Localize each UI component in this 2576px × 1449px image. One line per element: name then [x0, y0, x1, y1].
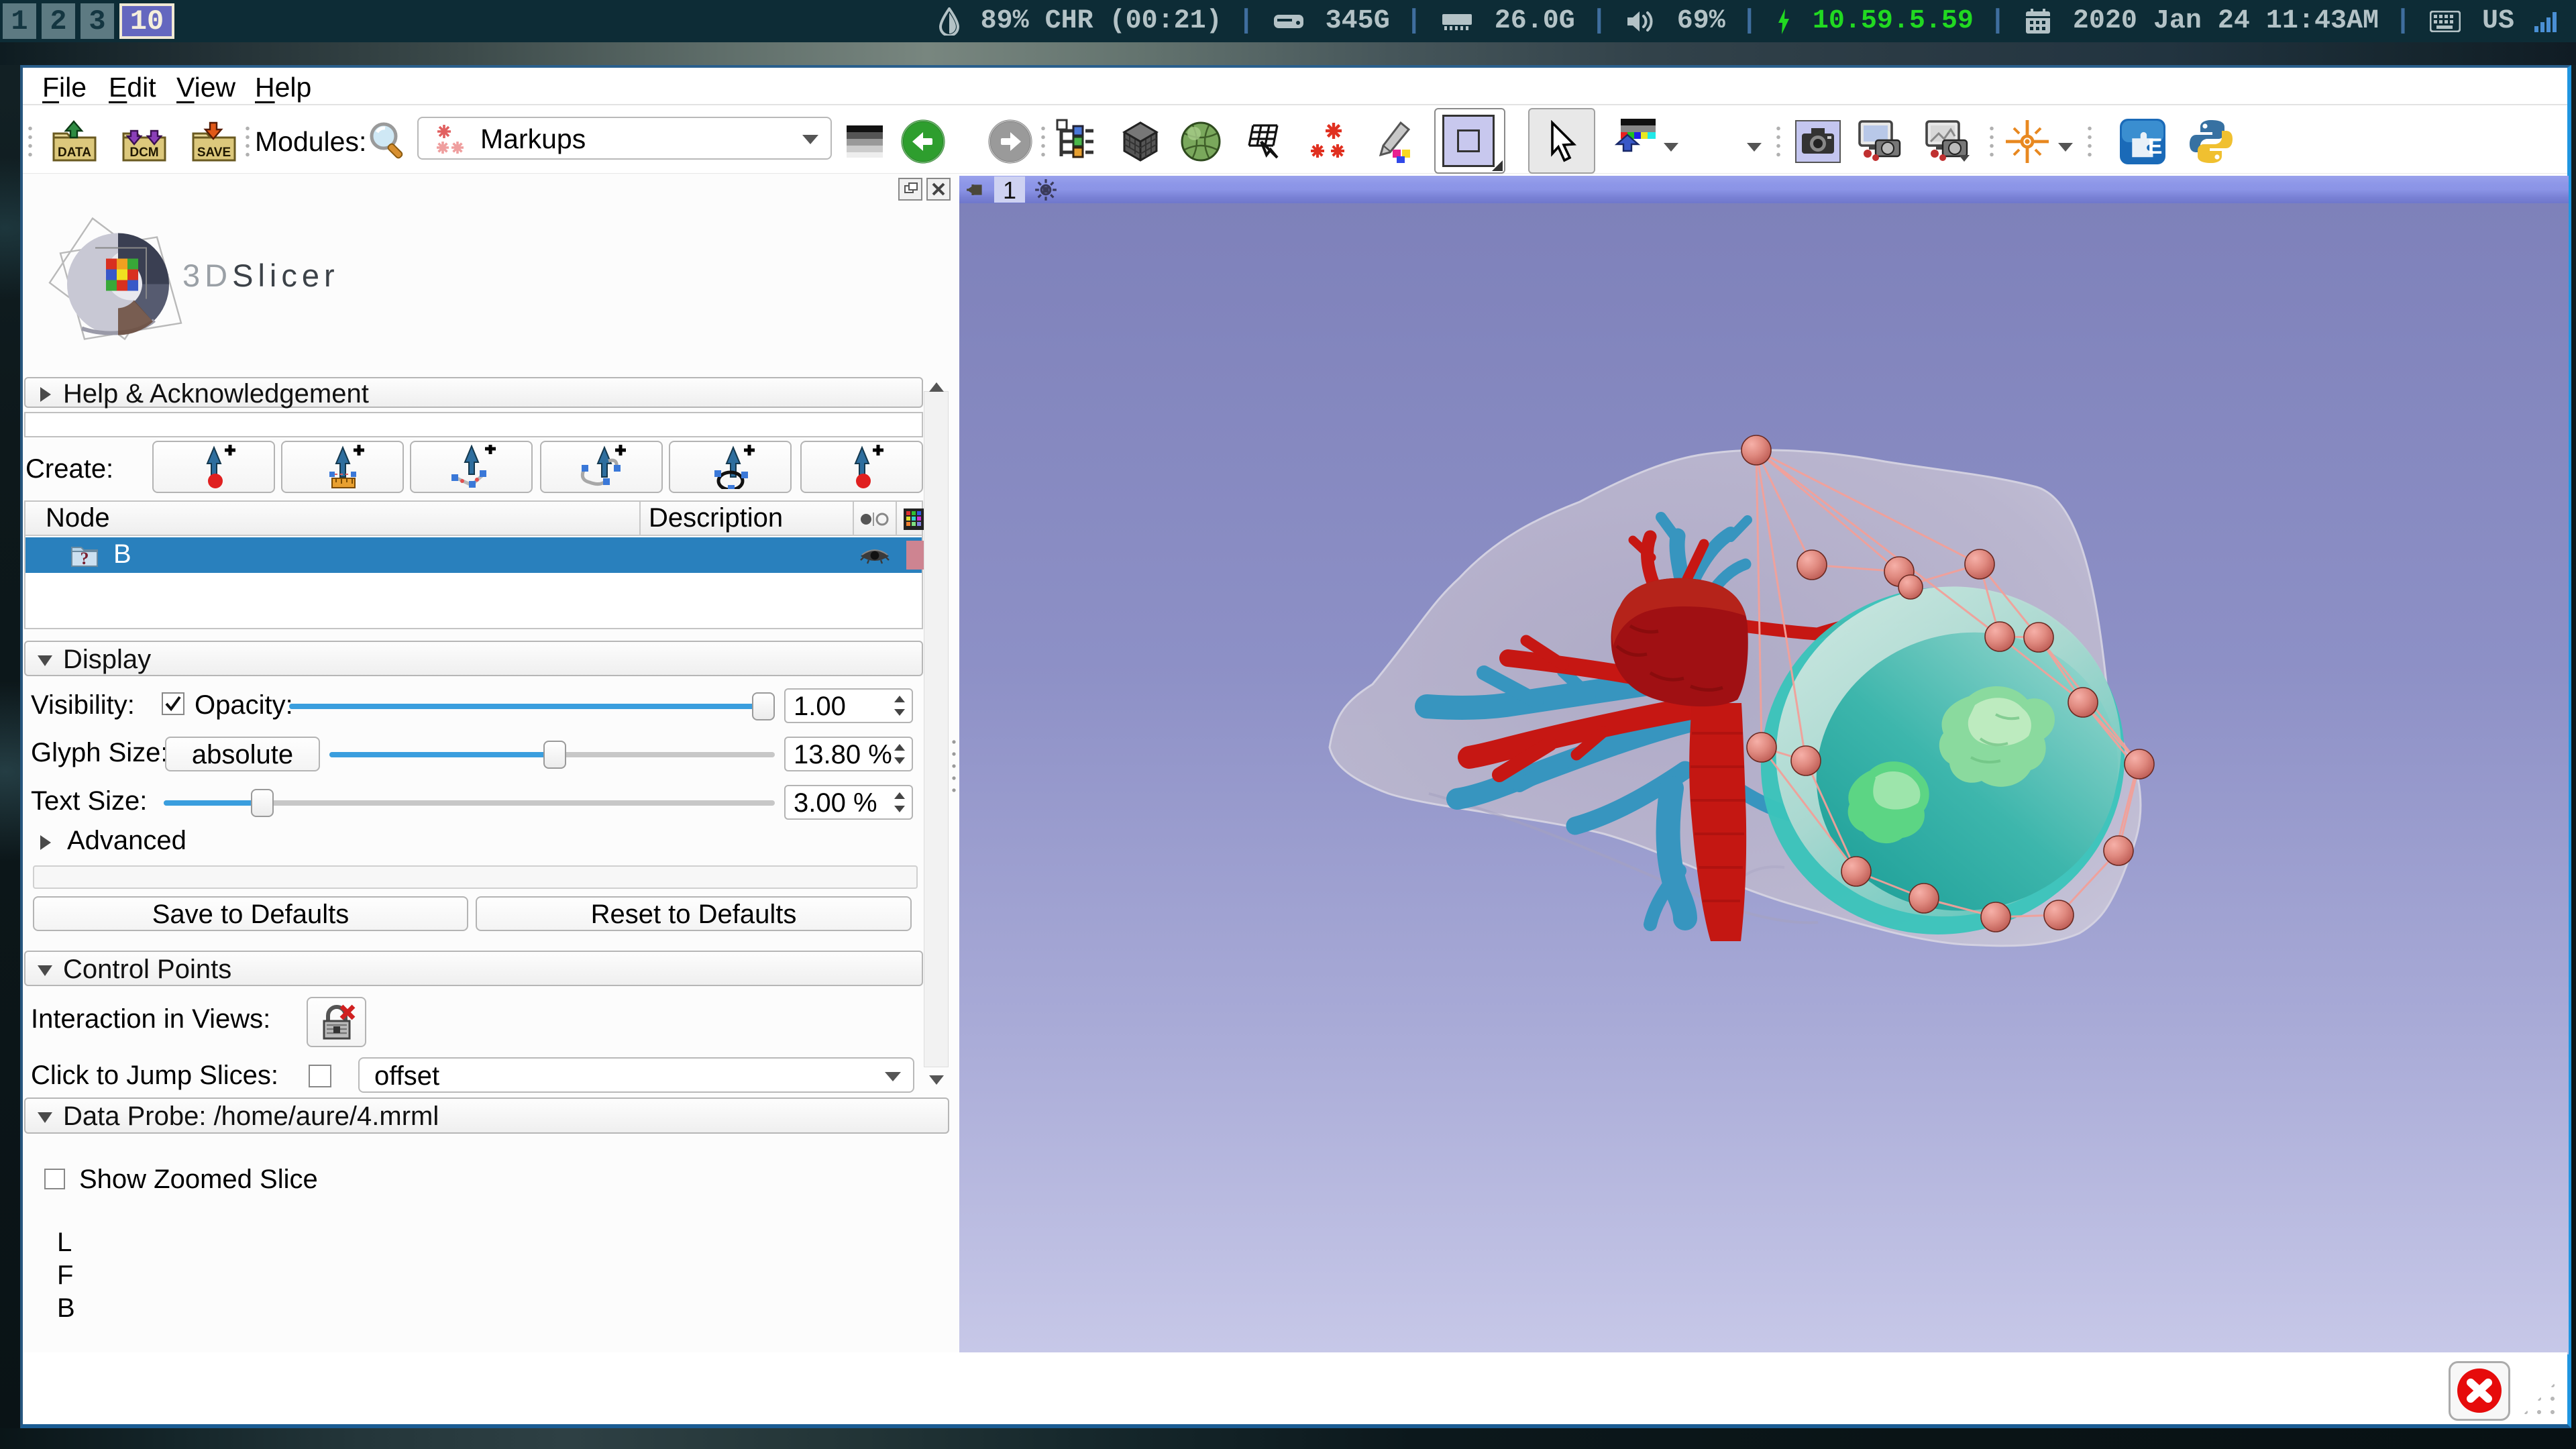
svg-text:SAVE: SAVE	[197, 146, 231, 160]
svg-text:DCM: DCM	[129, 146, 158, 160]
svg-text:?: ?	[80, 549, 89, 568]
svg-text:DATA: DATA	[58, 146, 91, 160]
svg-text:E: E	[2148, 134, 2162, 158]
